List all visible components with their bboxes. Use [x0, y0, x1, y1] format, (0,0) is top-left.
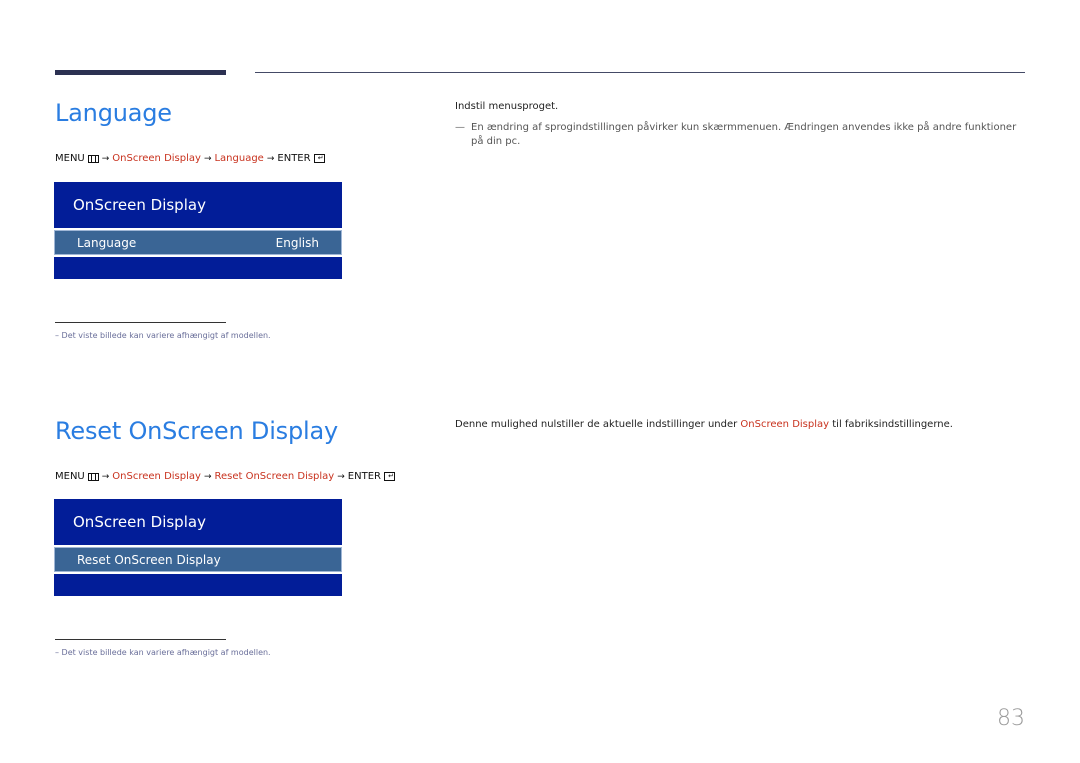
osd-row-reset[interactable]: Reset OnScreen Display: [54, 547, 342, 572]
enter-icon: ↵: [383, 472, 395, 481]
description-text: Denne mulighed nulstiller de aktuelle in…: [455, 419, 741, 430]
path-step-language: Language: [214, 153, 264, 164]
footnote-divider: [55, 639, 226, 640]
note-text: En ændring af sprogindstillingen påvirke…: [471, 122, 1017, 147]
description-text: til fabriksindstillingerne.: [829, 419, 953, 430]
arrow-icon: →: [337, 471, 345, 482]
arrow-icon: →: [101, 471, 110, 482]
osd-row-value: English: [275, 235, 319, 250]
osd-menu-language: OnScreen Display Language English: [54, 182, 342, 279]
header-rule-thin: [255, 72, 1025, 73]
arrow-icon: →: [101, 153, 110, 164]
footnote-divider: [55, 322, 226, 323]
reset-description: Denne mulighed nulstiller de aktuelle in…: [455, 419, 953, 430]
osd-footer: [54, 257, 342, 279]
menu-icon: [87, 472, 99, 481]
path-step-onscreen-display: OnScreen Display: [112, 153, 201, 164]
menu-path-language: MENU → OnScreen Display → Language → ENT…: [55, 153, 325, 164]
footnote: – Det viste billede kan variere afhængig…: [55, 648, 271, 657]
enter-label: ENTER: [277, 153, 311, 164]
osd-footer: [54, 574, 342, 596]
enter-label: ENTER: [347, 471, 381, 482]
language-note: — En ændring af sprogindstillingen påvir…: [455, 121, 1025, 149]
osd-row-label: Language: [77, 235, 137, 250]
menu-label: MENU: [55, 153, 85, 164]
page-number: 83: [997, 706, 1025, 731]
footnote: – Det viste billede kan variere afhængig…: [55, 331, 271, 340]
arrow-icon: →: [266, 153, 275, 164]
arrow-icon: →: [203, 471, 212, 482]
arrow-icon: →: [203, 153, 212, 164]
section-title-reset: Reset OnScreen Display: [55, 417, 338, 445]
menu-path-reset: MENU → OnScreen Display → Reset OnScreen…: [55, 471, 395, 482]
note-dash-icon: —: [455, 122, 465, 133]
menu-icon: [87, 154, 99, 163]
header-rule-thick: [55, 70, 226, 75]
path-step-onscreen-display: OnScreen Display: [112, 471, 201, 482]
osd-row-language[interactable]: Language English: [54, 230, 342, 255]
enter-icon: ↵: [313, 154, 325, 163]
menu-label: MENU: [55, 471, 85, 482]
osd-row-label: Reset OnScreen Display: [77, 552, 221, 567]
path-step-reset: Reset OnScreen Display: [214, 471, 335, 482]
osd-menu-reset: OnScreen Display Reset OnScreen Display: [54, 499, 342, 596]
section-title-language: Language: [55, 99, 172, 127]
osd-header: OnScreen Display: [54, 182, 342, 228]
description-link-onscreen-display: OnScreen Display: [740, 419, 830, 430]
osd-header: OnScreen Display: [54, 499, 342, 545]
language-description: Indstil menusproget.: [455, 101, 559, 112]
